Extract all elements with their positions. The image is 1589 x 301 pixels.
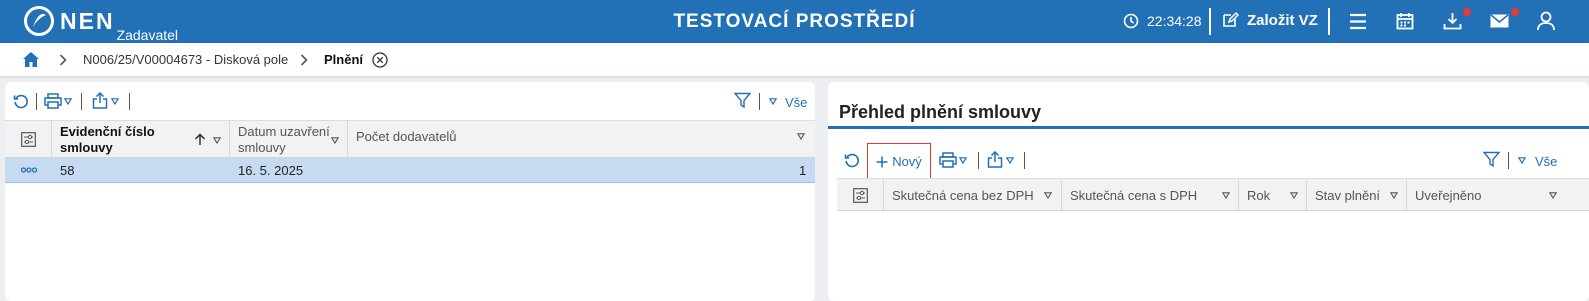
- chevron-down-icon[interactable]: [1006, 157, 1014, 164]
- chevron-down-icon[interactable]: [111, 98, 119, 105]
- table-row[interactable]: 58 16. 5. 2025 1: [5, 158, 815, 183]
- new-button-label: Nový: [892, 154, 922, 169]
- session-clock: 22:34:28: [1123, 13, 1202, 29]
- new-button[interactable]: Nový: [867, 143, 931, 180]
- column-divider: [1061, 179, 1062, 212]
- column-divider: [1306, 179, 1307, 212]
- toolbar-divider: [36, 93, 37, 110]
- column-menu-icon[interactable]: [1222, 192, 1230, 199]
- column-header-supplier-count[interactable]: Počet dodavatelů: [356, 129, 456, 145]
- filter-icon[interactable]: [734, 92, 751, 109]
- grid-header: Evidenční číslo smlouvy Datum uzavření s…: [5, 120, 815, 159]
- refresh-icon[interactable]: [844, 152, 860, 168]
- column-header-price-with-vat[interactable]: Skutečná cena s DPH: [1070, 188, 1197, 204]
- create-tender-label: Založit VZ: [1247, 11, 1318, 29]
- column-menu-icon[interactable]: [1390, 192, 1398, 199]
- clock-time: 22:34:28: [1147, 13, 1202, 29]
- chevron-down-icon[interactable]: [959, 157, 967, 164]
- column-menu-icon[interactable]: [1549, 192, 1557, 199]
- filter-icon[interactable]: [1483, 151, 1500, 168]
- column-menu-icon[interactable]: [1290, 192, 1298, 199]
- chevron-right-icon: [300, 54, 308, 66]
- column-header-price-without-vat[interactable]: Skutečná cena bez DPH: [892, 188, 1034, 204]
- fulfillment-panel: Přehled plnění smlouvy Nový Vše Skutečná…: [828, 82, 1589, 301]
- column-menu-icon[interactable]: [1044, 192, 1052, 199]
- nen-logo[interactable]: NEN Zadavatel: [24, 6, 178, 42]
- row-actions-icon[interactable]: [21, 167, 37, 173]
- toolbar-divider: [81, 93, 82, 110]
- toolbar-divider: [1508, 152, 1509, 169]
- logo-text: NEN: [60, 8, 115, 34]
- contracts-panel: Vše Evidenční číslo smlouvy Datum uzavře…: [5, 82, 815, 301]
- column-header-contract-number[interactable]: Evidenční číslo smlouvy: [60, 124, 155, 156]
- chevron-down-icon[interactable]: [1518, 157, 1526, 164]
- home-icon[interactable]: [22, 51, 40, 68]
- column-divider: [1238, 179, 1239, 212]
- column-menu-icon[interactable]: [797, 133, 805, 140]
- mail-icon[interactable]: [1490, 14, 1509, 28]
- notification-dot: [1511, 8, 1519, 16]
- print-icon[interactable]: [44, 93, 62, 109]
- column-menu-icon[interactable]: [331, 137, 339, 144]
- column-header-fulfillment-status[interactable]: Stav plnění: [1315, 188, 1380, 204]
- column-divider: [347, 121, 348, 159]
- create-tender-button[interactable]: Založit VZ: [1221, 11, 1318, 29]
- calendar-icon[interactable]: [1396, 12, 1414, 30]
- toolbar-divider: [759, 93, 760, 110]
- notification-dot: [1463, 8, 1471, 16]
- print-icon[interactable]: [939, 152, 957, 168]
- view-selector[interactable]: Vše: [1535, 154, 1557, 169]
- column-divider: [1406, 179, 1407, 212]
- divider: [1209, 8, 1211, 35]
- column-divider: [51, 121, 52, 159]
- edit-icon: [1223, 11, 1239, 27]
- breadcrumb-item-tender[interactable]: N006/25/V00004673 - Disková pole: [83, 52, 288, 67]
- close-icon[interactable]: [372, 52, 388, 68]
- toolbar-divider: [129, 93, 130, 110]
- export-icon[interactable]: [987, 151, 1003, 168]
- download-icon[interactable]: [1443, 12, 1462, 30]
- chevron-down-icon[interactable]: [769, 98, 777, 105]
- title-underline: [828, 126, 1589, 129]
- plus-icon: [876, 156, 888, 167]
- clock-icon: [1123, 13, 1139, 29]
- column-menu-icon[interactable]: [213, 137, 221, 144]
- grid-header: Skutečná cena bez DPH Skutečná cena s DP…: [837, 178, 1589, 212]
- column-header-contract-date[interactable]: Datum uzavření smlouvy: [238, 124, 330, 156]
- sort-ascending-icon[interactable]: [194, 133, 206, 146]
- cell-supplier-count: 1: [799, 163, 807, 178]
- chevron-down-icon[interactable]: [64, 98, 72, 105]
- menu-icon[interactable]: [1349, 13, 1367, 30]
- column-settings-icon[interactable]: [853, 188, 868, 203]
- nen-logo-icon: [24, 6, 54, 36]
- column-divider: [883, 179, 884, 212]
- column-header-published[interactable]: Uveřejněno: [1415, 188, 1482, 204]
- cell-contract-date: 16. 5. 2025: [238, 163, 304, 178]
- view-selector[interactable]: Vše: [785, 95, 807, 110]
- column-settings-icon[interactable]: [21, 132, 36, 147]
- divider: [1328, 8, 1330, 35]
- top-bar: NEN Zadavatel TESTOVACÍ PROSTŘEDÍ 22:34:…: [0, 0, 1589, 43]
- logo-subtitle: Zadavatel: [116, 27, 179, 43]
- toolbar-divider: [1024, 152, 1025, 169]
- refresh-icon[interactable]: [13, 93, 29, 109]
- panel-title: Přehled plnění smlouvy: [839, 102, 1042, 122]
- export-icon[interactable]: [92, 92, 108, 109]
- breadcrumb-current: Plnění: [324, 52, 364, 67]
- breadcrumb: N006/25/V00004673 - Disková pole Plnění: [0, 43, 1589, 76]
- column-divider: [229, 121, 230, 159]
- user-icon[interactable]: [1537, 11, 1555, 31]
- toolbar-divider: [978, 152, 979, 169]
- column-header-year[interactable]: Rok: [1247, 188, 1270, 204]
- chevron-right-icon: [59, 54, 67, 66]
- cell-contract-number: 58: [60, 163, 75, 178]
